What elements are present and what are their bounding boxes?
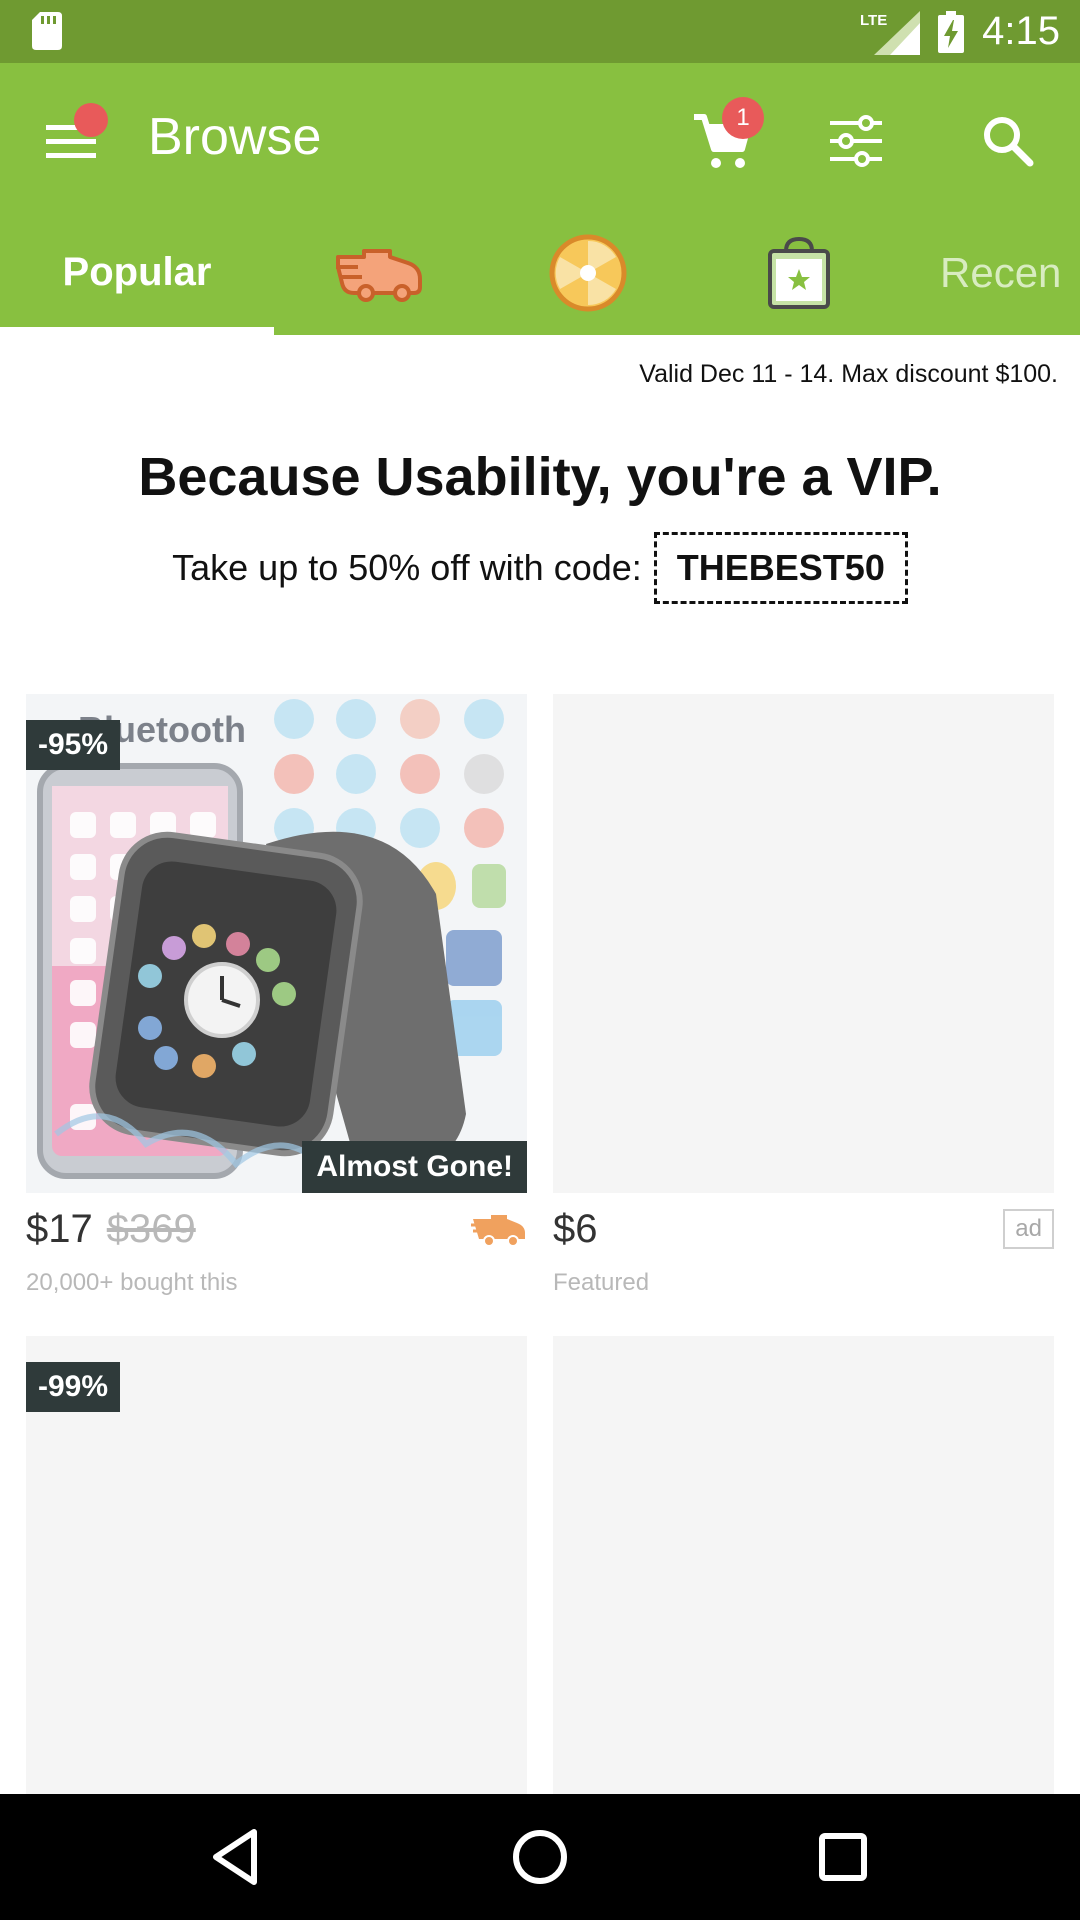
price-row: $6 ad <box>553 1193 1054 1265</box>
discount-badge: -99% <box>26 1362 121 1412</box>
recents-icon[interactable] <box>808 1822 878 1892</box>
signal-icon: LTE <box>860 10 921 55</box>
product-image[interactable]: -99% <box>26 1336 527 1835</box>
back-icon[interactable] <box>202 1822 272 1892</box>
network-label: LTE <box>860 12 887 29</box>
product-image[interactable]: Bluetooth -95% Almost Gone! <box>26 694 527 1193</box>
tab-bar: Popular Recen <box>0 210 1080 335</box>
tab-shipping[interactable] <box>330 210 430 335</box>
sd-card-icon <box>32 12 62 50</box>
product-meta: 20,000+ bought this <box>26 1269 238 1296</box>
menu-button[interactable] <box>30 103 116 173</box>
promo-validity: Valid Dec 11 - 14. Max discount $100. <box>639 360 1058 388</box>
promo-code-row: Take up to 50% off with code: THEBEST50 <box>0 532 1080 604</box>
product-meta: Featured <box>553 1269 650 1296</box>
tab-popular-label: Popular <box>62 250 212 294</box>
promo-text: Take up to 50% off with code: <box>172 547 642 588</box>
shipping-truck-icon <box>471 1215 525 1247</box>
product-price: $6 <box>553 1206 598 1251</box>
clock: 4:15 <box>982 9 1060 53</box>
shopping-bag-star-icon <box>768 236 830 309</box>
product-card[interactable]: Bluetooth -95% Almost Gone! $17 $369 20,… <box>26 694 527 1297</box>
page-title: Browse <box>148 108 322 166</box>
ad-badge: ad <box>1003 1209 1054 1249</box>
promo-code[interactable]: THEBEST50 <box>653 532 908 604</box>
cart-count-badge: 1 <box>722 97 764 139</box>
tab-indicator <box>0 327 274 335</box>
notification-dot <box>74 103 108 137</box>
almost-gone-badge: Almost Gone! <box>302 1141 527 1193</box>
navigation-bar <box>0 1794 1080 1920</box>
product-card[interactable]: -99% <box>26 1336 527 1835</box>
tab-deals[interactable] <box>548 210 628 335</box>
filter-button[interactable] <box>820 107 900 177</box>
search-icon <box>984 117 1034 167</box>
price-row: $17 $369 <box>26 1193 527 1265</box>
product-card[interactable] <box>553 1336 1054 1835</box>
product-price: $17 <box>26 1206 93 1251</box>
deal-wheel-icon <box>549 234 627 311</box>
search-button[interactable] <box>970 107 1050 177</box>
status-bar: LTE 4:15 <box>0 0 1080 63</box>
filter-icon <box>830 115 882 167</box>
tab-recent[interactable]: Recen <box>940 210 1080 335</box>
cart-button[interactable]: 1 <box>682 97 772 177</box>
app-bar: Browse 1 <box>0 63 1080 210</box>
discount-badge: -95% <box>26 720 121 770</box>
tab-popular[interactable]: Popular <box>0 210 274 335</box>
delivery-truck-icon <box>336 248 422 302</box>
promo-title: Because Usability, you're a VIP. <box>138 447 942 507</box>
battery-charging-icon <box>938 10 965 53</box>
tab-recent-label: Recen <box>940 248 1062 296</box>
product-original-price: $369 <box>106 1206 196 1251</box>
product-image[interactable] <box>553 694 1054 1193</box>
home-icon[interactable] <box>505 1822 575 1892</box>
tab-shops[interactable] <box>764 210 834 335</box>
product-card[interactable]: $6 ad Featured <box>553 694 1054 1297</box>
product-image[interactable] <box>553 1336 1054 1835</box>
